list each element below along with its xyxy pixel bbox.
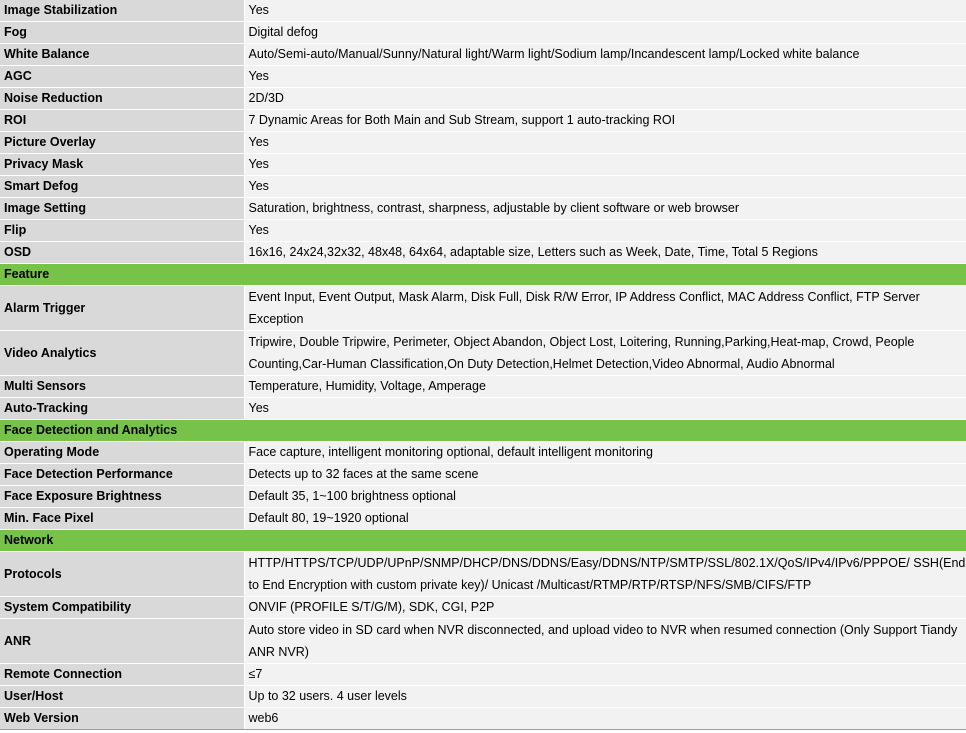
- spec-label: Fog: [0, 21, 245, 44]
- spec-label: Face Exposure Brightness: [0, 485, 245, 508]
- spec-table-body: Image Stabilization Yes Fog Digital defog Wh…: [0, 0, 966, 730]
- spec-row: Fog Digital defog: [0, 21, 966, 44]
- spec-value: 2D/3D: [244, 87, 966, 110]
- spec-row: System Compatibility ONVIF (PROFILE S/T/G…: [0, 596, 966, 619]
- spec-row: Face Exposure Brightness Default 35, 1~10…: [0, 485, 966, 508]
- spec-label: ANR: [0, 618, 245, 664]
- spec-value: Up to 32 users. 4 user levels: [244, 685, 966, 708]
- spec-value: Auto/Semi-auto/Manual/Sunny/Natural ligh…: [244, 43, 966, 66]
- spec-row: OSD 16x16, 24x24,32x32, 48x48, 64x64, ada…: [0, 241, 966, 264]
- spec-label: Min. Face Pixel: [0, 507, 245, 530]
- spec-label: Smart Defog: [0, 175, 245, 198]
- spec-label: Video Analytics: [0, 330, 245, 376]
- spec-value: ≤7: [244, 663, 966, 686]
- spec-row: Min. Face Pixel Default 80, 19~1920 optio…: [0, 507, 966, 530]
- spec-value: 7 Dynamic Areas for Both Main and Sub St…: [244, 109, 966, 132]
- spec-row: Remote Connection ≤7: [0, 663, 966, 686]
- spec-row: Protocols HTTP/HTTPS/TCP/UDP/UPnP/SNMP/DH…: [0, 551, 966, 597]
- spec-value: Digital defog: [244, 21, 966, 44]
- spec-value: Yes: [244, 153, 966, 176]
- spec-value: 16x16, 24x24,32x32, 48x48, 64x64, adapta…: [244, 241, 966, 264]
- spec-row: Auto-Tracking Yes: [0, 397, 966, 420]
- spec-row: Face Detection Performance Detects up to …: [0, 463, 966, 486]
- spec-label: White Balance: [0, 43, 245, 66]
- spec-row: Alarm Trigger Event Input, Event Output, …: [0, 285, 966, 331]
- spec-row: Privacy Mask Yes: [0, 153, 966, 176]
- spec-row: Flip Yes: [0, 219, 966, 242]
- spec-label: Privacy Mask: [0, 153, 245, 176]
- spec-label: Protocols: [0, 551, 245, 597]
- spec-label: AGC: [0, 65, 245, 88]
- section-title: Network: [0, 529, 966, 552]
- spec-value: Saturation, brightness, contrast, sharpn…: [244, 197, 966, 220]
- spec-row: Smart Defog Yes: [0, 175, 966, 198]
- spec-row: Web Version web6: [0, 707, 966, 730]
- spec-value: ONVIF (PROFILE S/T/G/M), SDK, CGI, P2P: [244, 596, 966, 619]
- spec-row: Operating Mode Face capture, intelligent …: [0, 441, 966, 464]
- spec-row: Noise Reduction 2D/3D: [0, 87, 966, 110]
- spec-value: Yes: [244, 219, 966, 242]
- spec-label: Multi Sensors: [0, 375, 245, 398]
- spec-table: Image Stabilization Yes Fog Digital defog Wh…: [0, 0, 966, 730]
- spec-value: Face capture, intelligent monitoring opt…: [244, 441, 966, 464]
- spec-row: White Balance Auto/Semi-auto/Manual/Sunny…: [0, 43, 966, 66]
- spec-label: OSD: [0, 241, 245, 264]
- spec-value: Default 80, 19~1920 optional: [244, 507, 966, 530]
- spec-value: Default 35, 1~100 brightness optional: [244, 485, 966, 508]
- spec-value: Yes: [244, 131, 966, 154]
- spec-row: ROI 7 Dynamic Areas for Both Main and Sub…: [0, 109, 966, 132]
- spec-row: Video Analytics Tripwire, Double Tripwire…: [0, 330, 966, 376]
- section-header-row: Network: [0, 529, 966, 552]
- spec-row: User/Host Up to 32 users. 4 user levels: [0, 685, 966, 708]
- spec-label: Remote Connection: [0, 663, 245, 686]
- spec-label: ROI: [0, 109, 245, 132]
- spec-label: System Compatibility: [0, 596, 245, 619]
- spec-label: Auto-Tracking: [0, 397, 245, 420]
- spec-value: Temperature, Humidity, Voltage, Amperage: [244, 375, 966, 398]
- spec-label: Picture Overlay: [0, 131, 245, 154]
- spec-label: Noise Reduction: [0, 87, 245, 110]
- spec-row: Image Setting Saturation, brightness, con…: [0, 197, 966, 220]
- spec-value: Yes: [244, 397, 966, 420]
- spec-value: Event Input, Event Output, Mask Alarm, D…: [244, 285, 966, 331]
- spec-row: Multi Sensors Temperature, Humidity, Volt…: [0, 375, 966, 398]
- spec-row: Image Stabilization Yes: [0, 0, 966, 22]
- spec-row: Picture Overlay Yes: [0, 131, 966, 154]
- section-header-row: Feature: [0, 263, 966, 286]
- spec-value: HTTP/HTTPS/TCP/UDP/UPnP/SNMP/DHCP/DNS/DD…: [244, 551, 966, 597]
- spec-value: Auto store video in SD card when NVR dis…: [244, 618, 966, 664]
- spec-label: Alarm Trigger: [0, 285, 245, 331]
- spec-value: Detects up to 32 faces at the same scene: [244, 463, 966, 486]
- spec-value: Tripwire, Double Tripwire, Perimeter, Ob…: [244, 330, 966, 376]
- section-title: Face Detection and Analytics: [0, 419, 966, 442]
- section-title: Feature: [0, 263, 966, 286]
- spec-row: ANR Auto store video in SD card when NVR …: [0, 618, 966, 664]
- spec-label: Face Detection Performance: [0, 463, 245, 486]
- section-header-row: Face Detection and Analytics: [0, 419, 966, 442]
- spec-label: Web Version: [0, 707, 245, 730]
- spec-label: Flip: [0, 219, 245, 242]
- spec-label: Image Setting: [0, 197, 245, 220]
- spec-label: User/Host: [0, 685, 245, 708]
- spec-value: Yes: [244, 175, 966, 198]
- spec-value: Yes: [244, 0, 966, 22]
- spec-value: Yes: [244, 65, 966, 88]
- spec-label: Operating Mode: [0, 441, 245, 464]
- spec-label: Image Stabilization: [0, 0, 245, 22]
- spec-value: web6: [244, 707, 966, 730]
- spec-row: AGC Yes: [0, 65, 966, 88]
